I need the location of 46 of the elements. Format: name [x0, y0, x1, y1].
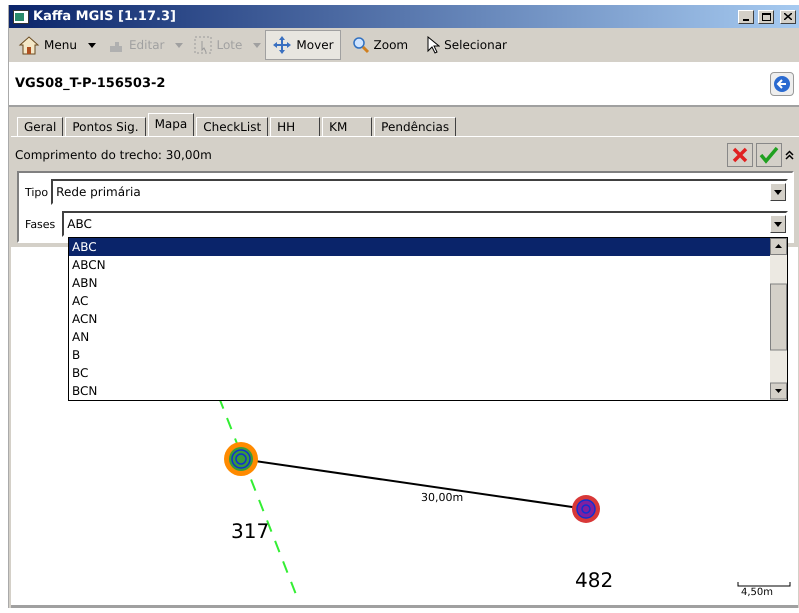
- pointer-icon: [426, 36, 440, 54]
- length-label: Comprimento do trecho: 30,00m: [15, 148, 212, 162]
- combo-box[interactable]: Rede primária: [51, 179, 788, 205]
- tab[interactable]: CheckList: [196, 117, 268, 136]
- back-icon: [773, 74, 791, 92]
- toolbar-button[interactable]: Menu: [11, 30, 84, 60]
- move-icon: [272, 35, 292, 55]
- maximize-icon: [762, 12, 770, 20]
- caret-icon[interactable]: [88, 42, 96, 48]
- maximize-button[interactable]: [758, 10, 774, 24]
- selection-icon: [194, 36, 212, 54]
- tab[interactable]: Mapa: [148, 113, 194, 136]
- close-button[interactable]: [780, 10, 796, 24]
- tab[interactable]: Pontos Sig.: [65, 117, 146, 136]
- point-label: 482: [575, 568, 614, 592]
- app-icon: [13, 10, 29, 24]
- window-title: Kaffa MGIS [1.17.3]: [33, 9, 177, 24]
- scale-bar: [738, 582, 790, 586]
- home-icon: [18, 34, 40, 56]
- field-label: Tipo: [25, 186, 48, 198]
- toolbar-button[interactable]: Zoom: [344, 30, 416, 60]
- tab[interactable]: HH: [270, 117, 320, 136]
- tab[interactable]: Geral: [17, 117, 64, 136]
- dropdown-option[interactable]: ABC: [69, 238, 770, 256]
- toolbar-button[interactable]: Selecionar: [419, 30, 514, 60]
- point-marker: [224, 442, 258, 476]
- back-button[interactable]: [770, 72, 794, 96]
- point-label: 317: [231, 519, 270, 543]
- minimize-icon: [743, 18, 749, 20]
- scale-label: 4,50m: [741, 587, 774, 598]
- cancel-button[interactable]: [727, 143, 753, 167]
- minimize-button[interactable]: [738, 10, 754, 24]
- close-icon: [784, 13, 792, 20]
- tab[interactable]: Pendências: [374, 117, 456, 136]
- segment-length-label: 30,00m: [421, 491, 464, 504]
- field-label: Fases: [25, 218, 56, 230]
- toolbar-button[interactable]: Mover: [265, 30, 341, 60]
- tab[interactable]: KM: [322, 117, 372, 136]
- collapse-icon[interactable]: [785, 150, 794, 160]
- combo-box[interactable]: ABC: [62, 211, 788, 237]
- record-title: VGS08_T-P-156503-2: [15, 76, 166, 91]
- check-icon: [759, 146, 779, 164]
- search-icon: [352, 36, 370, 54]
- scrollbar[interactable]: [770, 238, 787, 400]
- cross-icon: [731, 146, 749, 164]
- point-marker: [572, 495, 600, 523]
